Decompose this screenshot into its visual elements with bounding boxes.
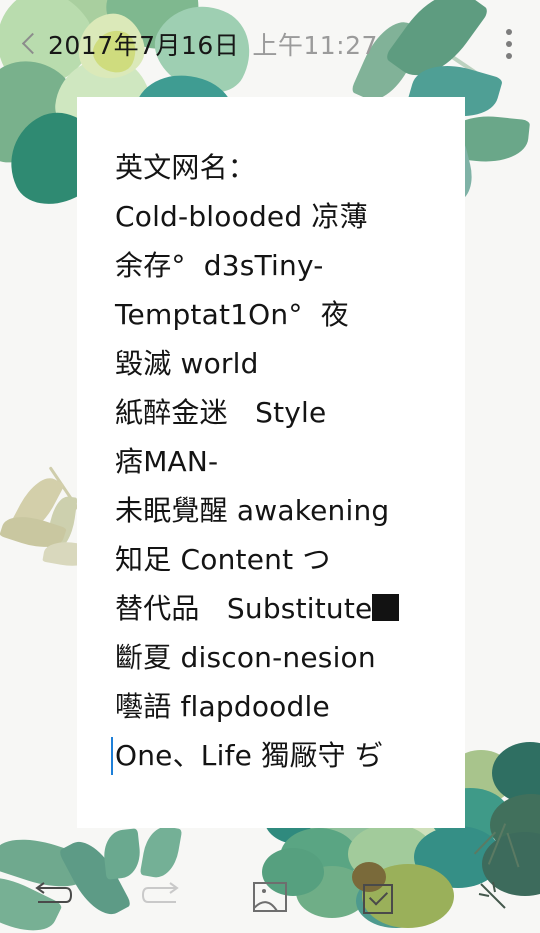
checkbox-check-icon: [363, 884, 393, 914]
note-line: 英文网名：: [115, 151, 257, 184]
note-line: Cold-blooded 凉薄: [115, 200, 368, 233]
back-chevron-icon[interactable]: [16, 31, 42, 57]
note-date: 2017年7月16日: [48, 31, 240, 60]
note-text-area[interactable]: 英文网名： Cold-blooded 凉薄 余存° d3sTiny- Tempt…: [77, 143, 465, 780]
note-line: 未眠覺醒 awakening: [115, 494, 390, 527]
undo-button[interactable]: [25, 870, 79, 924]
redo-button[interactable]: [135, 870, 189, 924]
note-line: 知足 Content つ: [115, 543, 331, 576]
note-card[interactable]: 英文网名： Cold-blooded 凉薄 余存° d3sTiny- Tempt…: [77, 97, 465, 828]
note-line: 替代品 Substitute: [115, 584, 447, 633]
brush-button[interactable]: [470, 870, 524, 924]
more-dot: [506, 41, 512, 47]
more-vertical-icon[interactable]: [494, 24, 524, 64]
redo-arrow-icon: [142, 882, 179, 903]
note-editor-screen: 2017年7月16日 上午11:27 英文网名： Cold-blooded 凉薄…: [0, 0, 540, 933]
note-line: 斷夏 discon-nesion: [115, 641, 376, 674]
image-icon: [253, 882, 287, 912]
note-toolbar: [0, 860, 540, 933]
note-line: 痞MAN-: [115, 445, 219, 478]
undo-arrow-icon: [35, 882, 72, 903]
more-dot: [506, 53, 512, 59]
note-line: One、Life 獨厰守 ぢ: [111, 731, 447, 780]
note-line: Temptat1On° 夜: [115, 298, 349, 331]
brush-icon: [478, 881, 506, 909]
note-line: 囈語 flapdoodle: [115, 690, 330, 723]
note-line: 余存° d3sTiny-: [115, 249, 324, 282]
missing-glyph-icon: [372, 594, 400, 621]
note-line-text: 替代品 Substitute: [115, 592, 373, 625]
insert-image-button[interactable]: [243, 870, 297, 924]
note-line: 毀滅 world: [115, 347, 259, 380]
note-header: 2017年7月16日 上午11:27: [0, 0, 540, 88]
checklist-button[interactable]: [351, 872, 405, 926]
note-time: 上午11:27: [252, 31, 378, 60]
note-line: 紙醉金迷 Style: [115, 396, 327, 429]
more-dot: [506, 29, 512, 35]
